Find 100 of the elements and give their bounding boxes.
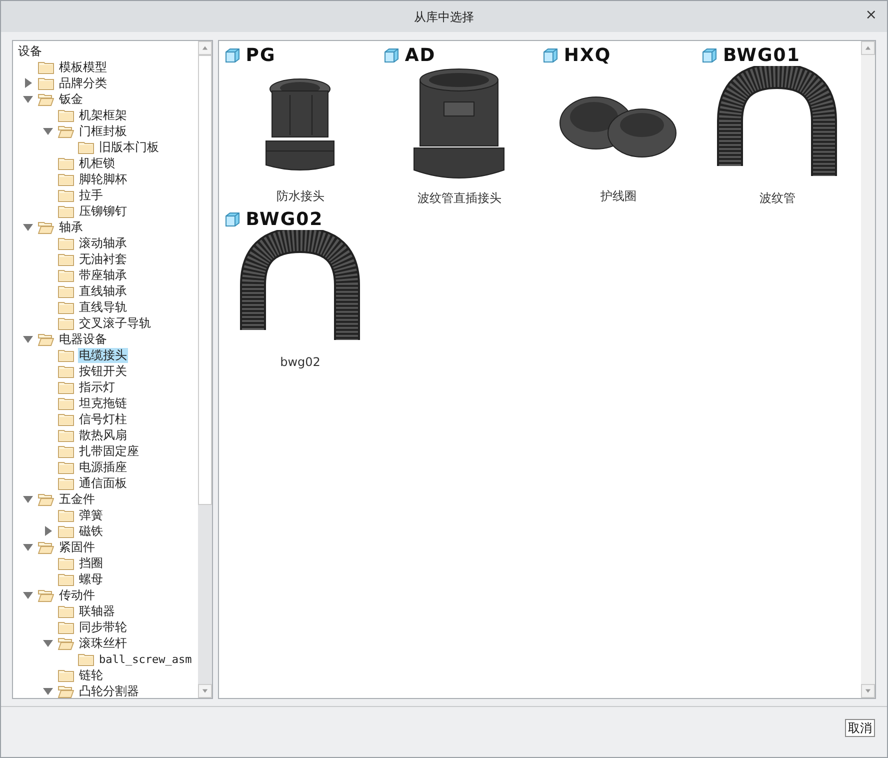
open-folder-icon bbox=[58, 684, 74, 698]
scrollbar[interactable] bbox=[198, 41, 212, 698]
tree-item[interactable]: 传动件 bbox=[58, 588, 96, 602]
tree-item[interactable]: 扎带固定座 bbox=[78, 444, 140, 458]
collapse-arrow-icon[interactable] bbox=[43, 688, 53, 694]
scroll-up-icon[interactable] bbox=[861, 41, 875, 55]
cube-icon bbox=[224, 212, 240, 226]
tree-item[interactable]: ball_screw_asm bbox=[98, 652, 193, 666]
folder-icon bbox=[58, 252, 74, 266]
collapse-arrow-icon[interactable] bbox=[23, 544, 33, 550]
folder-icon bbox=[58, 364, 74, 378]
cube-icon bbox=[542, 48, 558, 62]
collapse-arrow-icon[interactable] bbox=[23, 336, 33, 342]
open-folder-icon bbox=[38, 588, 54, 602]
part-caption: 护线圈 bbox=[600, 189, 636, 203]
tree-item[interactable]: 磁铁 bbox=[78, 524, 104, 538]
tree-item[interactable]: 直线导轨 bbox=[78, 300, 128, 314]
scrollbar-thumb[interactable] bbox=[198, 55, 212, 505]
tree-item[interactable]: 无油衬套 bbox=[78, 252, 128, 266]
tree-item[interactable]: 模板模型 bbox=[58, 60, 108, 74]
cancel-button[interactable]: 取消 bbox=[845, 719, 875, 737]
part-name[interactable]: PG bbox=[246, 42, 276, 68]
folder-icon bbox=[58, 620, 74, 634]
folder-icon bbox=[58, 316, 74, 330]
expand-arrow-icon[interactable] bbox=[45, 526, 52, 536]
part-caption: 防水接头 bbox=[276, 189, 324, 203]
folder-icon bbox=[58, 572, 74, 586]
part-name[interactable]: BWG02 bbox=[246, 206, 324, 232]
tree-item[interactable]: 滚珠丝杆 bbox=[78, 636, 128, 650]
tree-item[interactable]: 滚动轴承 bbox=[78, 236, 128, 250]
scroll-up-icon[interactable] bbox=[198, 41, 212, 55]
tree-item[interactable]: 指示灯 bbox=[78, 380, 116, 394]
tree-item[interactable]: 品牌分类 bbox=[58, 76, 108, 90]
tree-item[interactable]: 螺母 bbox=[78, 572, 104, 586]
folder-icon bbox=[58, 604, 74, 618]
tree-item[interactable]: 电器设备 bbox=[58, 332, 108, 346]
folder-icon bbox=[58, 108, 74, 122]
tree-item[interactable]: 机柜锁 bbox=[78, 156, 116, 170]
tree-item[interactable]: 通信面板 bbox=[78, 476, 128, 490]
tree-item[interactable]: 脚轮脚杯 bbox=[78, 172, 128, 186]
collapse-arrow-icon[interactable] bbox=[43, 128, 53, 134]
folder-icon bbox=[78, 652, 94, 666]
open-folder-icon bbox=[38, 492, 54, 506]
folder-icon bbox=[58, 396, 74, 410]
expand-arrow-icon[interactable] bbox=[25, 78, 32, 88]
folder-icon bbox=[58, 460, 74, 474]
tree-item[interactable]: 钣金 bbox=[58, 92, 84, 106]
tree-item[interactable]: 门框封板 bbox=[78, 124, 128, 138]
open-folder-icon bbox=[58, 636, 74, 650]
tree-item[interactable]: 五金件 bbox=[58, 492, 96, 506]
tree-item[interactable]: 按钮开关 bbox=[78, 364, 128, 378]
folder-icon bbox=[58, 204, 74, 218]
part-name[interactable]: BWG01 bbox=[722, 42, 800, 68]
scroll-down-icon[interactable] bbox=[198, 684, 212, 698]
tree-item[interactable]: 带座轴承 bbox=[78, 268, 128, 282]
open-folder-icon bbox=[38, 332, 54, 346]
tree-root-label[interactable]: 设备 bbox=[18, 43, 42, 59]
folder-icon bbox=[38, 60, 54, 74]
tree-item[interactable]: 旧版本门板 bbox=[98, 140, 160, 154]
tree-item[interactable]: 交叉滚子导轨 bbox=[78, 316, 152, 330]
tree-item[interactable]: 坦克拖链 bbox=[78, 396, 128, 410]
folder-icon bbox=[58, 524, 74, 538]
collapse-arrow-icon[interactable] bbox=[23, 592, 33, 598]
tree-item[interactable]: 挡圈 bbox=[78, 556, 104, 570]
tree-item[interactable]: 链轮 bbox=[78, 668, 104, 682]
collapse-arrow-icon[interactable] bbox=[23, 224, 33, 230]
collapse-arrow-icon[interactable] bbox=[43, 640, 53, 646]
part-name[interactable]: HXQ bbox=[564, 42, 612, 68]
close-button[interactable]: × bbox=[865, 7, 877, 23]
tree-item[interactable]: 散热风扇 bbox=[78, 428, 128, 442]
window-title: 从库中选择 bbox=[414, 8, 474, 26]
cube-icon bbox=[224, 48, 240, 62]
part-caption: 波纹管直插接头 bbox=[417, 191, 502, 205]
tree-item[interactable]: 轴承 bbox=[58, 220, 84, 234]
tree-item[interactable]: 机架框架 bbox=[78, 108, 128, 122]
tree-item[interactable]: 电缆接头 bbox=[78, 348, 128, 362]
folder-icon bbox=[58, 300, 74, 314]
tree-item[interactable]: 直线轴承 bbox=[78, 284, 128, 298]
part-name[interactable]: AD bbox=[404, 42, 436, 68]
folder-icon bbox=[58, 268, 74, 282]
folder-icon bbox=[58, 444, 74, 458]
tree-item[interactable]: 凸轮分割器 bbox=[78, 684, 140, 698]
folder-icon bbox=[58, 668, 74, 682]
folder-icon bbox=[78, 140, 94, 154]
folder-icon bbox=[58, 236, 74, 250]
tree-item[interactable]: 压铆铆钉 bbox=[78, 204, 128, 218]
tree-item[interactable]: 电源插座 bbox=[78, 460, 128, 474]
scrollbar[interactable] bbox=[861, 41, 875, 698]
cube-icon bbox=[384, 48, 399, 62]
collapse-arrow-icon[interactable] bbox=[23, 96, 33, 102]
scroll-down-icon[interactable] bbox=[861, 684, 875, 698]
tree-item[interactable]: 弹簧 bbox=[78, 508, 104, 522]
collapse-arrow-icon[interactable] bbox=[23, 496, 33, 502]
tree-item[interactable]: 信号灯柱 bbox=[78, 412, 128, 426]
tree-item[interactable]: 同步带轮 bbox=[78, 620, 128, 634]
tree-item[interactable]: 紧固件 bbox=[58, 540, 96, 554]
folder-icon bbox=[58, 284, 74, 298]
tree-item[interactable]: 拉手 bbox=[78, 188, 104, 202]
tree-item[interactable]: 联轴器 bbox=[78, 604, 116, 618]
open-folder-icon bbox=[58, 124, 74, 138]
